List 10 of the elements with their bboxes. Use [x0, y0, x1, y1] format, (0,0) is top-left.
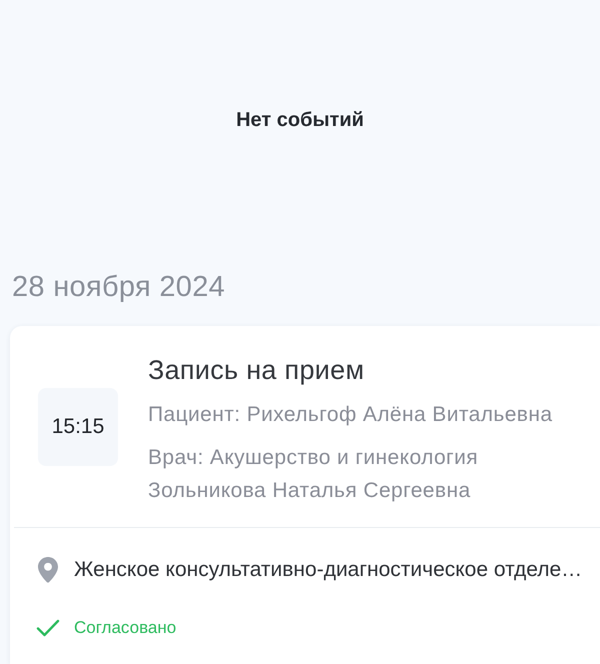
patient-text: Пациент: Рихельгоф Алёна Витальевна — [148, 402, 552, 428]
doctor-specialty: Врач: Акушерство и гинекология — [148, 445, 480, 471]
location-pin-icon — [38, 557, 58, 583]
empty-state-text: Нет событий — [236, 108, 364, 132]
status-text: Согласовано — [74, 618, 176, 638]
doctor-name: Зольникова Наталья Сергеевна — [148, 478, 472, 504]
event-title: Запись на прием — [148, 354, 366, 386]
event-time: 15:15 — [38, 388, 118, 466]
date-header: 28 ноября 2024 — [12, 270, 226, 304]
location-text: Женское консультативно-диагностическое отделе… — [74, 557, 582, 583]
